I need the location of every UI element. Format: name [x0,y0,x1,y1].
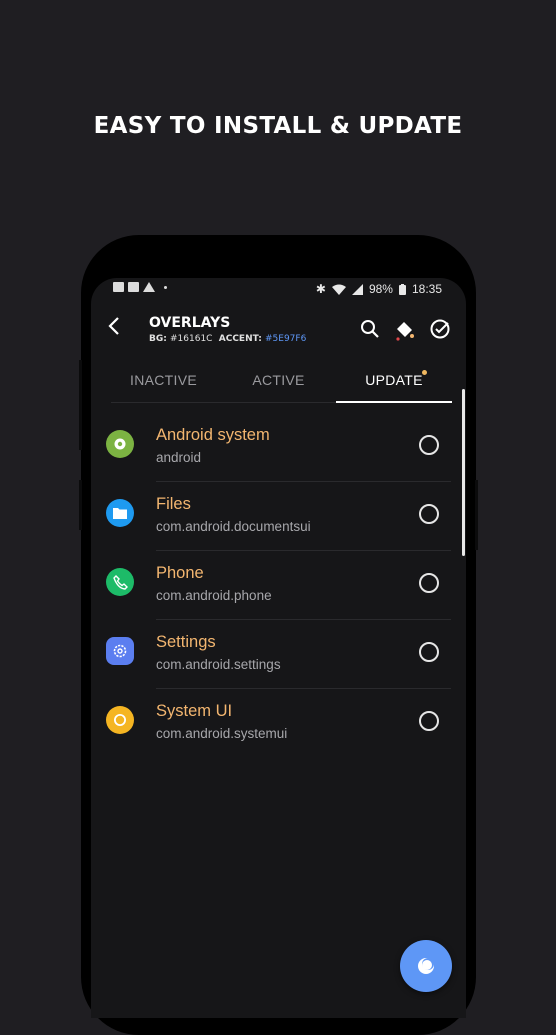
status-bar: ✱ 98% 18:35 [91,278,466,300]
select-radio[interactable] [419,642,439,662]
page-title: OVERLAYS [149,315,231,331]
list-item[interactable]: Settings com.android.settings [91,620,466,689]
more-notifications-dot-icon [164,285,167,289]
notification-icons [113,282,167,292]
phone-handset-icon [106,568,134,596]
select-all-button[interactable] [429,318,451,340]
accent-value: #5E97F6 [265,334,307,344]
theme-colors-subtitle: BG: #16161C ACCENT: #5E97F6 [149,334,306,344]
overlay-name: Settings [156,633,216,651]
selected-tab-indicator [336,401,452,403]
files-folder-icon [106,499,134,527]
back-button[interactable] [107,316,129,342]
battery-level: 98% [368,282,393,296]
check-circle-icon [430,319,450,339]
bg-value: #16161C [170,334,213,344]
system-ui-circle-icon [106,706,134,734]
list-item[interactable]: Phone com.android.phone [91,551,466,620]
back-arrow-icon [108,317,119,335]
paint-bucket-icon [396,322,414,341]
overlay-package: com.android.systemui [156,726,288,741]
drive-notification-icon [143,282,155,292]
tab-inactive[interactable]: INACTIVE [111,370,216,402]
gallery-notification-icon [113,282,124,292]
overlay-package: com.android.settings [156,657,281,672]
search-button[interactable] [359,318,381,340]
app-screen: ✱ 98% 18:35 OVERLAYS BG: #16161C ACCENT:… [91,278,466,1018]
wifi-icon [331,284,346,295]
select-radio[interactable] [419,504,439,524]
overlay-package: android [156,450,202,465]
clock: 18:35 [411,282,442,296]
tab-update[interactable]: UPDATE [336,370,452,402]
settings-gear-icon [106,637,134,665]
tab-active[interactable]: ACTIVE [225,370,332,402]
overlay-name: Phone [156,564,204,582]
select-radio[interactable] [419,435,439,455]
list-item[interactable]: Files com.android.documentsui [91,482,466,551]
select-radio[interactable] [419,711,439,731]
overlay-install-icon [418,958,434,974]
accent-label: ACCENT: [218,334,262,344]
battery-icon [398,283,406,295]
signal-icon [351,283,363,295]
system-status-icons: ✱ 98% 18:35 [316,282,442,296]
paint-bucket-button[interactable] [393,318,415,341]
list-item[interactable]: System UI com.android.systemui [91,689,466,758]
install-fab-button[interactable] [400,940,452,992]
toolbar: OVERLAYS BG: #16161C ACCENT: #5E97F6 [91,312,466,362]
phone-side-button-left-2 [79,480,82,530]
select-radio[interactable] [419,573,439,593]
search-icon [361,320,379,338]
mail-notification-icon [128,282,139,292]
bg-label: BG: [149,334,167,344]
phone-side-button-left [79,360,82,450]
overlay-package: com.android.documentsui [156,519,311,534]
overlay-name: Android system [156,426,270,444]
tab-bar: INACTIVE ACTIVE UPDATE [91,370,466,402]
headline: EASY TO INSTALL & UPDATE [93,113,463,139]
android-system-gear-icon [106,430,134,458]
phone-side-button-right [475,480,478,550]
overlay-name: Files [156,495,191,513]
update-badge-dot [422,370,427,375]
bluetooth-icon: ✱ [315,282,326,296]
overlay-name: System UI [156,702,233,720]
overlay-package: com.android.phone [156,588,272,603]
list-item[interactable]: Android system android [91,413,466,482]
